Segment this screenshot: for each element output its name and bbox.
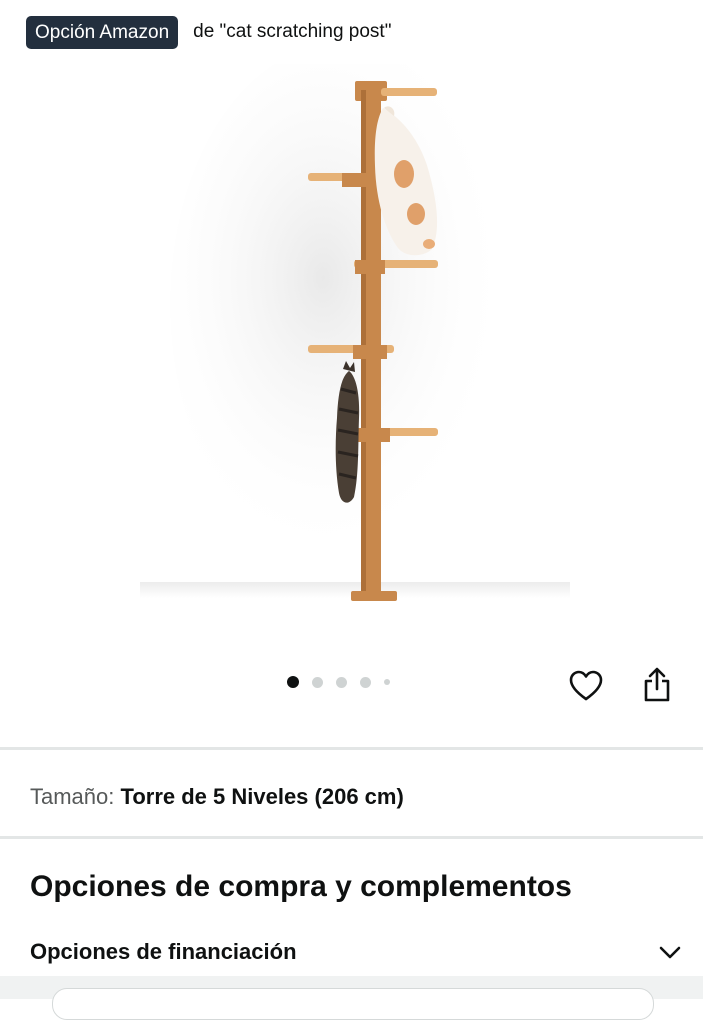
carousel-dot[interactable]	[336, 676, 347, 688]
bottom-action-field[interactable]	[52, 988, 654, 1020]
share-icon[interactable]	[638, 665, 676, 705]
carousel-dot-active[interactable]	[287, 676, 299, 688]
size-value: Torre de 5 Niveles (206 cm)	[120, 784, 404, 809]
chevron-down-icon	[659, 946, 681, 959]
financing-options-row[interactable]: Opciones de financiación	[30, 932, 682, 972]
size-selector[interactable]: Tamaño: Torre de 5 Niveles (206 cm)	[30, 784, 404, 810]
image-carousel-dots[interactable]	[287, 676, 390, 688]
carousel-dot[interactable]	[360, 676, 371, 688]
product-image[interactable]	[140, 64, 570, 624]
divider	[0, 836, 703, 839]
badge-query-text: de "cat scratching post"	[193, 21, 392, 42]
purchase-options-heading: Opciones de compra y complementos	[30, 870, 572, 903]
financing-options-label: Opciones de financiación	[30, 939, 297, 964]
amazon-choice-row: Opción Amazon de "cat scratching post"	[26, 12, 391, 52]
divider	[0, 747, 703, 750]
heart-icon[interactable]	[567, 668, 605, 704]
carousel-dot[interactable]	[384, 679, 390, 685]
amazon-choice-badge: Opción Amazon	[26, 15, 179, 49]
carousel-dot[interactable]	[312, 676, 323, 688]
size-label: Tamaño:	[30, 784, 115, 809]
